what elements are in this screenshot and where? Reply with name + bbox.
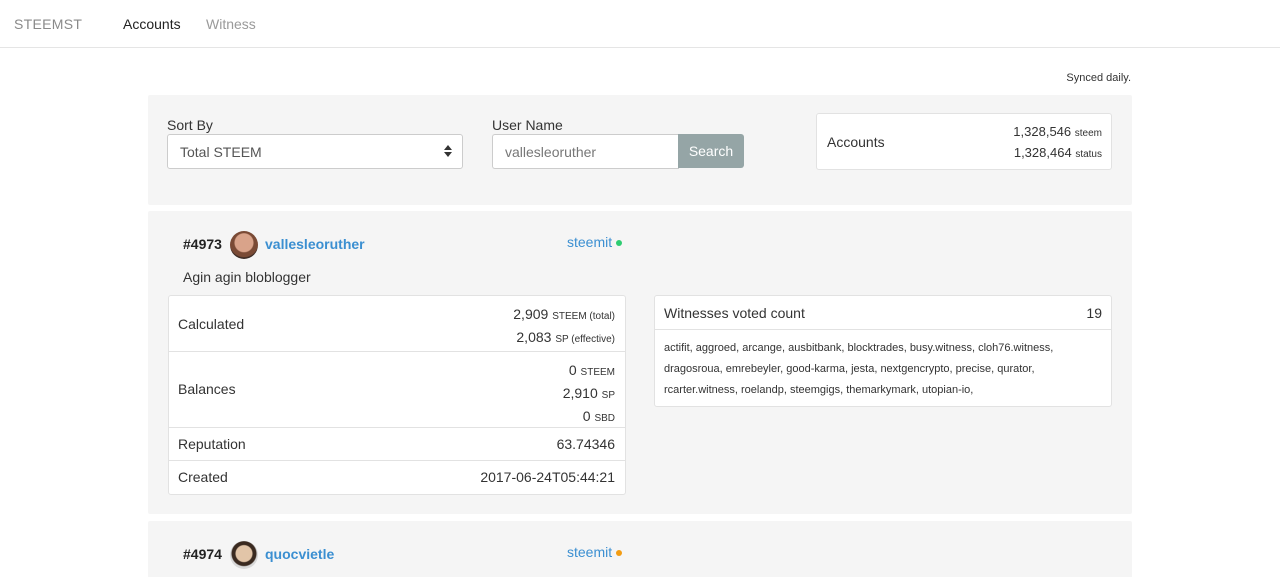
filter-panel: Sort By Total STEEM User Name Search Acc…	[148, 95, 1132, 205]
nav-witness[interactable]: Witness	[206, 16, 256, 32]
balance-steem-value: 0	[568, 362, 577, 378]
select-arrows-icon	[444, 145, 452, 158]
platform-link[interactable]: steemit	[567, 234, 623, 250]
witness-votes-header: Witnesses voted count 19	[655, 296, 1111, 330]
account-username-link[interactable]: vallesleoruther	[265, 236, 365, 252]
created-value: 2017-06-24T05:44:21	[480, 469, 615, 485]
balance-sbd-unit: SBD	[594, 413, 615, 424]
calculated-label: Calculated	[178, 316, 245, 332]
platform-name: steemit	[567, 544, 613, 560]
top-navbar: STEEMST Accounts Witness	[0, 0, 1280, 48]
total-steem-unit: STEEM (total)	[552, 311, 615, 322]
created-label: Created	[178, 469, 228, 485]
steem-accounts-stat: 1,328,546 steem	[1013, 124, 1102, 139]
status-dot-icon	[616, 550, 623, 556]
total-steem-value: 2,909	[513, 306, 549, 322]
balance-sp-unit: SP	[601, 390, 615, 401]
balances-label: Balances	[178, 381, 236, 397]
balance-sbd-value: 0	[582, 408, 591, 424]
account-card: #4974 quocvietle steemit	[148, 521, 1132, 577]
platform-name: steemit	[567, 234, 613, 250]
account-stats-table: Calculated 2,909 STEEM (total) 2,083 SP …	[168, 295, 626, 495]
avatar[interactable]	[230, 541, 258, 569]
sort-by-value: Total STEEM	[180, 144, 262, 160]
brand-logo[interactable]: STEEMST	[14, 16, 82, 32]
effective-sp-unit: SP (effective)	[555, 334, 615, 345]
sync-note: Synced daily.	[1066, 72, 1131, 84]
sort-by-label: Sort By	[167, 117, 213, 133]
account-bio: Agin agin bloblogger	[183, 269, 311, 285]
nav-accounts[interactable]: Accounts	[123, 16, 181, 32]
account-username-link[interactable]: quocvietle	[265, 546, 334, 562]
witness-votes-list: actifit, aggroed, arcange, ausbitbank, b…	[664, 342, 1054, 396]
accounts-summary-title: Accounts	[827, 134, 885, 150]
calculated-value: 2,909 STEEM (total) 2,083 SP (effective)	[513, 304, 615, 350]
status-dot-icon	[616, 240, 623, 246]
accounts-summary: Accounts 1,328,546 steem 1,328,464 statu…	[816, 113, 1112, 170]
witness-votes-count: 19	[1086, 305, 1102, 321]
balance-sp-value: 2,910	[562, 385, 598, 401]
search-button[interactable]: Search	[678, 134, 744, 168]
account-card: #4973 vallesleoruther steemit Agin agin …	[148, 211, 1132, 514]
account-rank: #4973	[183, 236, 222, 252]
table-row: Calculated 2,909 STEEM (total) 2,083 SP …	[169, 296, 625, 352]
status-accounts-stat: 1,328,464 status	[1014, 145, 1102, 160]
effective-sp-value: 2,083	[516, 329, 552, 345]
sort-by-select[interactable]: Total STEEM	[167, 134, 463, 169]
balance-steem-unit: STEEM	[580, 367, 615, 378]
table-row: Balances 0 STEEM 2,910 SP 0 SBD	[169, 352, 625, 428]
table-row: Reputation 63.74346	[169, 428, 625, 461]
status-accounts-count: 1,328,464	[1013, 145, 1072, 160]
account-rank: #4974	[183, 546, 222, 562]
steem-accounts-unit: steem	[1074, 128, 1102, 139]
user-name-input[interactable]	[492, 134, 679, 169]
platform-link[interactable]: steemit	[567, 544, 623, 560]
reputation-value: 63.74346	[556, 436, 615, 452]
witness-votes-panel: Witnesses voted count 19 actifit, aggroe…	[654, 295, 1112, 407]
table-row: Created 2017-06-24T05:44:21	[169, 461, 625, 495]
balances-value: 0 STEEM 2,910 SP 0 SBD	[563, 360, 615, 429]
reputation-label: Reputation	[178, 436, 246, 452]
witness-votes-title: Witnesses voted count	[664, 305, 805, 321]
avatar[interactable]	[230, 231, 258, 259]
user-name-label: User Name	[492, 117, 563, 133]
status-accounts-unit: status	[1075, 149, 1102, 160]
steem-accounts-count: 1,328,546	[1013, 124, 1072, 139]
